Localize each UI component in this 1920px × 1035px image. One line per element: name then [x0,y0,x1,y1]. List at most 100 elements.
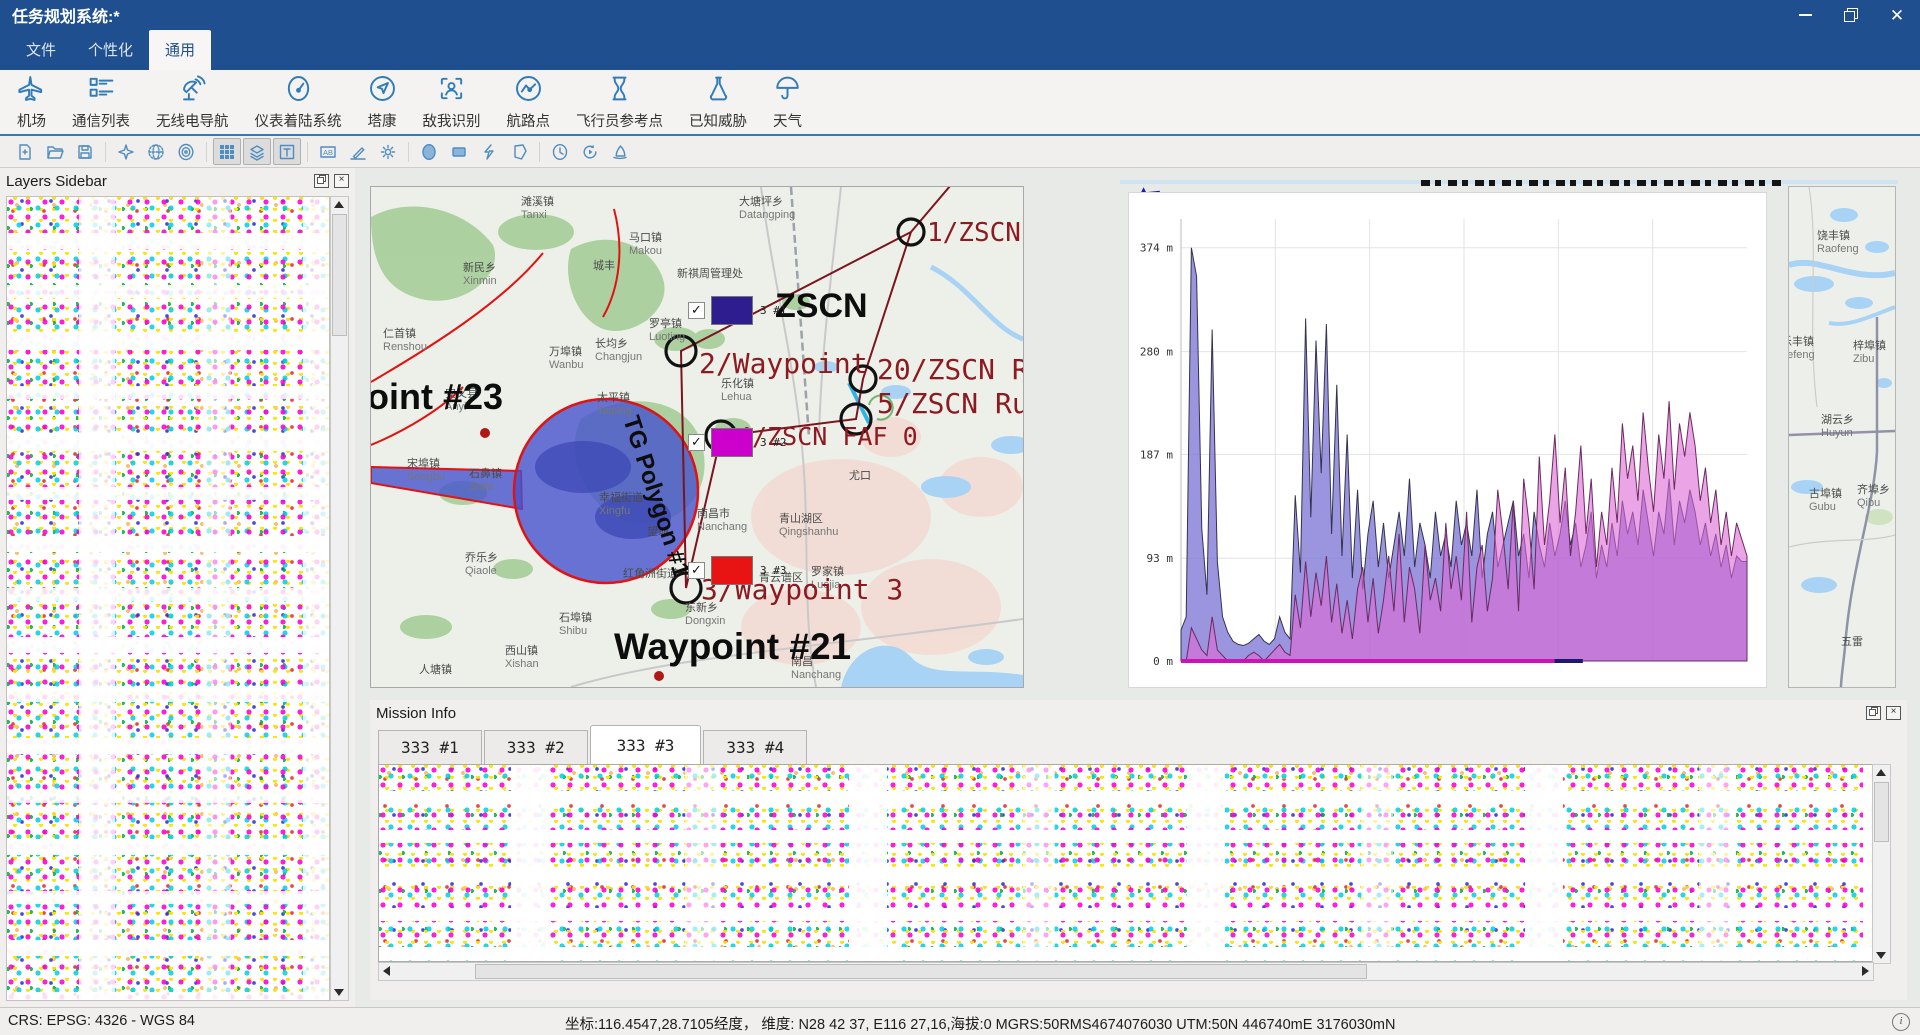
map-place-label: 万埠镇 [549,344,582,358]
ribbon-radio-nav[interactable]: 无线电导航 [143,72,242,133]
minimap-place-label: 梓埠镇 [1853,338,1886,352]
text-tool-button[interactable] [273,138,301,165]
measure-button[interactable] [344,138,372,165]
map-place-label-en: Shibu [559,625,587,637]
map-place-label-en: Tanxi [521,209,547,221]
scroll-thumb[interactable] [332,214,347,336]
sidebar-float-button[interactable] [314,174,329,188]
terrain-button[interactable] [606,138,634,165]
draw-rectangle-button[interactable] [445,138,473,165]
toolbar-separator [539,142,540,162]
menu-tab-file[interactable]: 文件 [10,30,72,70]
restore-icon [1844,11,1855,22]
map-place-label: 幸福街道 [599,490,643,504]
y-axis-tick: 0 m [1153,655,1173,668]
mission-vscrollbar[interactable] [1872,764,1891,964]
sidebar-scrollbar[interactable] [330,196,349,1001]
menu-tab-personalize[interactable]: 个性化 [72,30,149,70]
globe-button[interactable] [142,138,170,165]
mission-close-button[interactable]: × [1886,706,1901,720]
minimize-button[interactable] [1782,0,1828,30]
globe-icon [147,143,165,161]
map-place-label-en: Datangping [739,209,795,221]
comm-list-icon [87,74,116,108]
label-ab-button[interactable]: AB [314,138,342,165]
close-button[interactable]: ✕ [1874,0,1920,30]
poi-dot[interactable] [654,671,664,681]
mission-tab-4[interactable]: 333 #4 [703,730,807,764]
layers-sidebar-header: Layers Sidebar × [0,168,355,194]
settings-button[interactable] [374,138,402,165]
scroll-right-arrow[interactable] [1858,963,1873,978]
radio-nav-icon [178,74,207,108]
legend-label-2: 3 #2 [760,436,787,449]
scroll-thumb[interactable] [1874,782,1889,842]
draw-ellipse-button[interactable] [415,138,443,165]
map-place-label-en: Renshou [383,341,427,353]
ribbon-comm-list[interactable]: 通信列表 [59,72,143,133]
layers-button[interactable] [243,138,271,165]
scroll-down-arrow[interactable] [331,985,346,1000]
mission-tab-1[interactable]: 333 #1 [378,730,482,764]
ribbon-airport[interactable]: 机场 [4,72,59,133]
ribbon-weather[interactable]: 天气 [760,72,815,133]
legend-checkbox-3[interactable]: ✓ [688,562,705,579]
map-place-label-en: Shibi [469,481,493,493]
toolbar-separator [307,142,308,162]
draw-polygon-button[interactable] [505,138,533,165]
lightning-icon [480,143,498,161]
map-place-label: 青山湖区 [779,512,823,525]
time-button[interactable] [546,138,574,165]
map-place-label-en: Wanbu [549,359,583,371]
legend-checkbox-1[interactable]: ✓ [688,302,705,319]
map-place-label: 西山镇 [505,643,538,657]
scroll-up-arrow[interactable] [331,197,346,212]
map-place-label: 仁首镇 [383,326,416,340]
ribbon-iff[interactable]: 敌我识别 [410,72,494,133]
toolbar-separator [206,142,207,162]
poi-dot[interactable] [480,428,490,438]
minimap-view[interactable]: 饶丰镇Raofeng乐丰镇Lefeng梓埠镇Zibu湖云乡Huyun古埠镇Gub… [1788,186,1896,688]
mission-tab-3[interactable]: 333 #3 [590,725,702,765]
map-place-label: 宋埠镇 [407,456,440,470]
aircraft-button[interactable] [112,138,140,165]
open-folder-icon [46,143,64,161]
scroll-up-arrow[interactable] [1873,765,1888,780]
waypoint-label: 2/Waypoint [699,347,868,380]
mission-float-button[interactable] [1866,706,1881,720]
coordinates-status: 坐标:116.4547,28.7105经度， 维度: N28 42 37, E1… [565,1013,1395,1034]
new-file-button[interactable] [11,138,39,165]
ribbon-tacan[interactable]: 塔康 [355,72,410,133]
ribbon-ils[interactable]: 仪表着陆系统 [242,72,355,133]
sidebar-close-button[interactable]: × [334,174,349,188]
draw-line-button[interactable] [475,138,503,165]
ribbon-pilot-ref[interactable]: 飞行员参考点 [563,72,676,133]
minimap-place-label-en: Huyun [1821,427,1853,439]
open-button[interactable] [41,138,69,165]
scroll-down-arrow[interactable] [1873,948,1888,963]
info-icon[interactable]: i [1892,1013,1910,1031]
scroll-thumb[interactable] [475,964,1367,979]
target-button[interactable] [172,138,200,165]
ribbon-known-threats[interactable]: 已知威胁 [676,72,760,133]
map-place-label: 罗亭镇 [649,316,682,330]
scroll-left-arrow[interactable] [379,963,394,978]
mission-tab-2[interactable]: 333 #2 [484,730,588,764]
map-annotation: oint #23 [371,376,503,417]
layers-tree-redacted[interactable] [6,196,330,1001]
menu-tab-general[interactable]: 通用 [149,30,211,70]
crs-status[interactable]: CRS: EPSG: 4326 - WGS 84 [8,1013,195,1029]
text-tool-icon [278,143,296,161]
save-button[interactable] [71,138,99,165]
polygon-icon [510,143,528,161]
restore-button[interactable] [1828,0,1874,30]
ribbon-waypoints[interactable]: 航路点 [494,72,564,133]
elevation-profile-panel: 374 m280 m187 m93 m0 m [1128,192,1767,688]
elevation-profile-chart: 374 m280 m187 m93 m0 m [1129,193,1764,685]
mission-hscrollbar[interactable] [378,962,1874,981]
map-place-label: 城丰 [593,259,615,272]
replay-button[interactable] [576,138,604,165]
legend-checkbox-2[interactable]: ✓ [688,434,705,451]
mission-table-redacted[interactable] [378,764,1874,962]
grid-button[interactable] [213,138,241,165]
